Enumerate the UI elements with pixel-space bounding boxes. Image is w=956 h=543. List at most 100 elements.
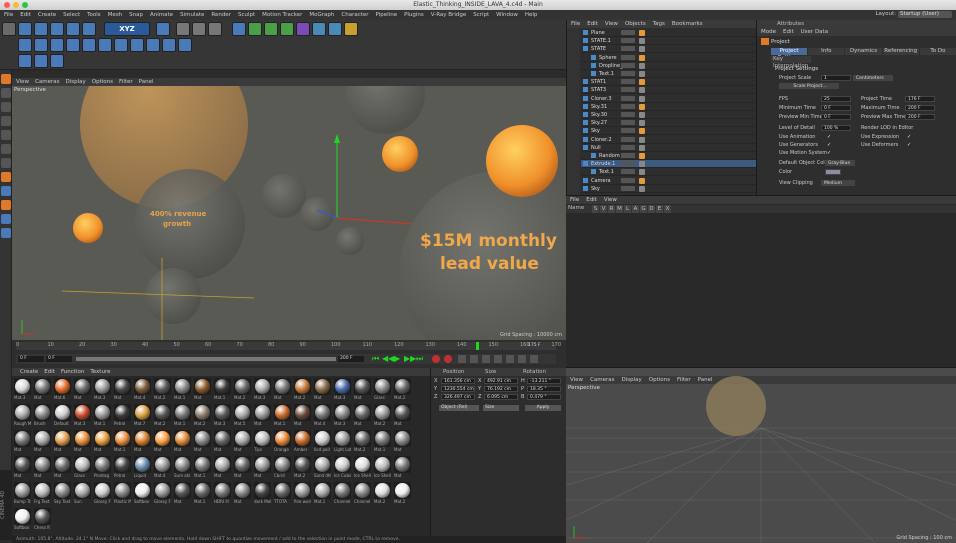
playhead[interactable]	[476, 342, 479, 350]
material-swatch[interactable]: Mat.1	[174, 404, 191, 427]
object-row[interactable]: Cloner.2	[581, 136, 757, 144]
menu-mesh[interactable]: Mesh	[108, 10, 122, 20]
object-menu-file[interactable]: File	[571, 20, 580, 28]
texture-mode-icon[interactable]	[1, 102, 11, 112]
use-expression-check-icon[interactable]: ✓	[907, 134, 911, 140]
attribute-tab-referencing[interactable]: Referencing	[882, 48, 919, 55]
close-window-button[interactable]	[4, 2, 10, 8]
material-swatch[interactable]: Mat.4	[154, 456, 171, 479]
viewport-menu-display[interactable]: Display	[66, 78, 86, 86]
object-row[interactable]: Plane	[581, 29, 757, 37]
material-swatch[interactable]: Mat.2	[394, 378, 411, 401]
material-tag-icon[interactable]	[639, 112, 645, 118]
viewport-menu-filter[interactable]: Filter	[119, 78, 133, 86]
material-swatch[interactable]: Mat.2	[154, 404, 171, 427]
perspective-viewport[interactable]: Perspective 400% revenue growth $15M mon…	[12, 86, 566, 340]
tube-icon[interactable]	[98, 38, 112, 52]
material-menu-function[interactable]: Function	[61, 368, 84, 376]
size-field[interactable]: 492.91 cm	[484, 378, 518, 384]
material-swatch[interactable]: Mat.2	[154, 378, 171, 401]
material-swatch[interactable]: Mat.6	[54, 378, 71, 401]
material-menu-edit[interactable]: Edit	[44, 368, 55, 376]
attribute-tab-project-settings[interactable]: Project Settings	[771, 48, 808, 61]
object-menu-view[interactable]: View	[605, 20, 618, 28]
viewport-menu-cameras[interactable]: Cameras	[35, 78, 59, 86]
bend-deformer-icon[interactable]	[296, 22, 310, 36]
material-swatch[interactable]: Channel	[354, 482, 371, 505]
object-row[interactable]: Sky.31	[581, 103, 757, 111]
material-swatch[interactable]: Chess R	[34, 508, 51, 531]
size-field[interactable]: 6.095 cm	[484, 394, 518, 400]
position-field[interactable]: 326.497 cm	[441, 394, 475, 400]
material-swatch[interactable]: Tips	[254, 430, 271, 453]
object-row[interactable]: Text.1	[581, 168, 757, 177]
add-cube-icon[interactable]	[232, 22, 246, 36]
camera-icon[interactable]	[328, 22, 342, 36]
polygons-mode-icon[interactable]	[1, 158, 11, 168]
render-to-picture-viewer-icon[interactable]	[192, 22, 206, 36]
frame-ruler[interactable]: 0 10 20 30 40 50 60 70 80 90 100 110 120 130 140 150 160…	[16, 342, 561, 350]
material-swatch[interactable]: Frg Text	[34, 482, 51, 505]
material-swatch[interactable]: Mat.1	[194, 482, 211, 505]
minimize-window-button[interactable]	[13, 2, 19, 8]
material-swatch[interactable]: Mat	[394, 456, 411, 479]
object-row[interactable]: STAT3	[581, 86, 757, 95]
material-swatch[interactable]: Mat	[154, 430, 171, 453]
torus-icon[interactable]	[82, 38, 96, 52]
attribute-tab-dynamics[interactable]: Dynamics	[845, 48, 882, 55]
coordinate-mode-dropdown[interactable]: Object (Rel)	[439, 405, 479, 411]
cylinder-icon[interactable]	[34, 38, 48, 52]
material-swatch[interactable]: Mat	[234, 430, 251, 453]
material-swatch[interactable]: Mat.4	[314, 404, 331, 427]
layout-dropdown[interactable]: Startup (User)	[898, 11, 952, 18]
material-tag-icon[interactable]	[639, 54, 645, 61]
edges-mode-icon[interactable]	[1, 144, 11, 154]
material-swatch[interactable]: Rough M	[14, 404, 31, 427]
material-swatch[interactable]: Mat	[54, 430, 71, 453]
viewport-menu-panel[interactable]: Panel	[139, 78, 154, 86]
move-icon[interactable]	[50, 22, 64, 36]
layer-menu-file[interactable]: File	[570, 196, 579, 204]
material-swatch[interactable]: Ice Cubs	[334, 456, 351, 479]
layer-column-header[interactable]: D	[648, 205, 655, 213]
material-swatch[interactable]: Mat	[214, 430, 231, 453]
project-scale-field[interactable]: 1	[821, 75, 851, 81]
material-swatch[interactable]: Mat.3	[14, 378, 31, 401]
material-swatch[interactable]: Mat	[54, 456, 71, 479]
object-row[interactable]: Sky.27	[581, 119, 757, 128]
material-swatch[interactable]: Orange	[274, 430, 291, 453]
use-deformers-check-icon[interactable]: ✓	[907, 142, 911, 148]
object-menu-bookmarks[interactable]: Bookmarks	[672, 20, 703, 28]
object-row[interactable]: Sky	[581, 185, 757, 193]
material-tag-icon[interactable]	[639, 169, 645, 176]
tweak-mode-icon[interactable]	[1, 186, 11, 196]
material-swatch[interactable]: Mat	[194, 430, 211, 453]
layer-column-header[interactable]: R	[608, 205, 615, 213]
make-editable-icon[interactable]	[1, 74, 11, 84]
material-swatch[interactable]: fine worl	[294, 482, 311, 505]
project-time-field[interactable]: 176 F	[905, 96, 935, 102]
material-swatch[interactable]: Mat.2	[294, 456, 311, 479]
pla-key-icon[interactable]	[518, 355, 526, 363]
material-swatch[interactable]: Mat	[94, 430, 111, 453]
material-swatch[interactable]: Mat.2	[394, 482, 411, 505]
pyramid-icon[interactable]	[130, 38, 144, 52]
material-swatch[interactable]: Sun	[74, 482, 91, 505]
object-row[interactable]: Sky.30	[581, 111, 757, 119]
menu-sculpt[interactable]: Sculpt	[238, 10, 255, 20]
layer-menu-edit[interactable]: Edit	[586, 196, 597, 204]
menu-window[interactable]: Window	[496, 10, 518, 20]
material-menu-texture[interactable]: Texture	[90, 368, 110, 376]
material-tag-icon[interactable]	[639, 95, 645, 102]
material-swatch[interactable]: Mat	[254, 404, 271, 427]
preview-range-slider[interactable]	[76, 357, 336, 361]
menu-create[interactable]: Create	[38, 10, 56, 20]
material-swatch[interactable]: Softbox	[134, 482, 151, 505]
material-swatch[interactable]: Mat.3	[334, 378, 351, 401]
position-field[interactable]: 1230.554 cm	[441, 386, 475, 392]
prev-key-icon[interactable]: ◀◀	[382, 355, 394, 363]
platonic-icon[interactable]	[178, 38, 192, 52]
material-swatch[interactable]: Mat	[114, 378, 131, 401]
workplane-icon[interactable]	[1, 116, 11, 126]
array-icon[interactable]	[264, 22, 278, 36]
